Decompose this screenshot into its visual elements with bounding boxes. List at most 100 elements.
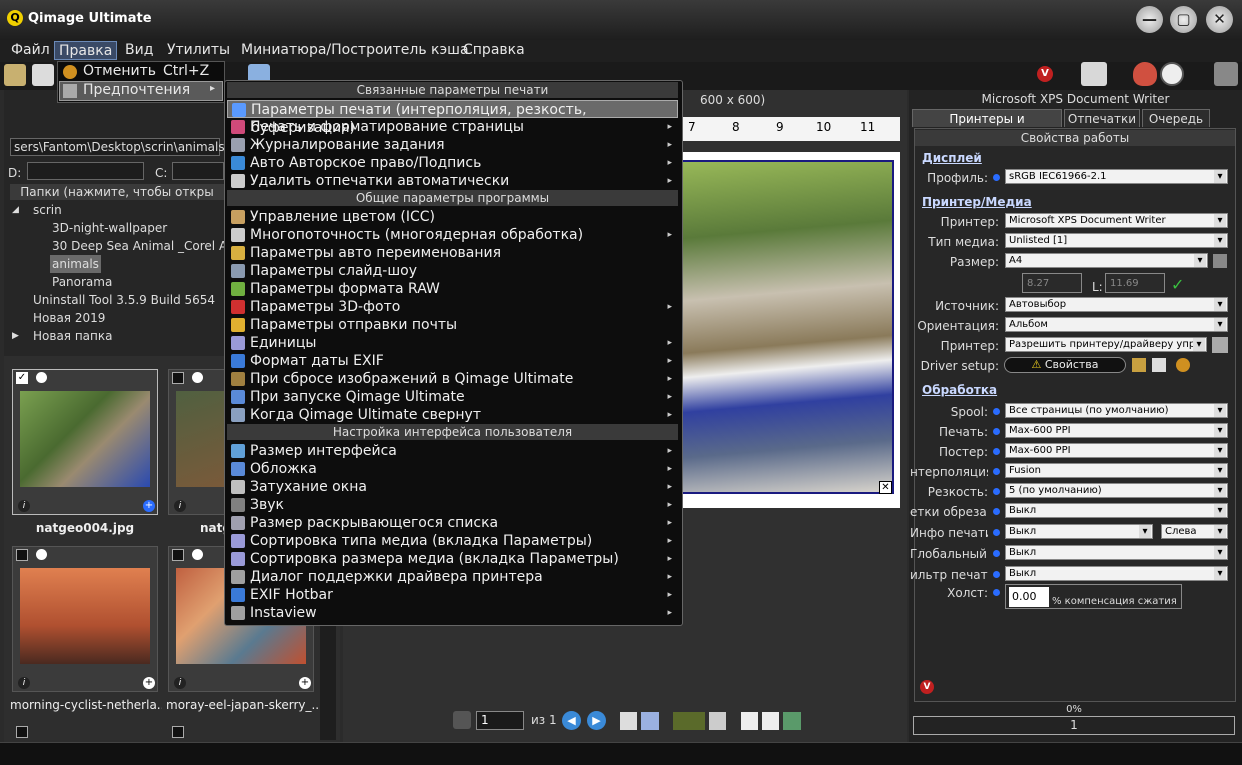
processing-select-position[interactable]: Слева: [1161, 524, 1228, 539]
size-select[interactable]: A4: [1005, 253, 1208, 268]
tools-icon[interactable]: [1212, 337, 1228, 353]
length-input[interactable]: 11.69: [1105, 273, 1165, 293]
preferences-item[interactable]: При сбросе изображений в Qimage Ultimate…: [227, 370, 678, 388]
minimize-button[interactable]: —: [1136, 6, 1163, 33]
preferences-item[interactable]: Параметры отправки почты: [227, 316, 678, 334]
source-select[interactable]: Автовыбор: [1005, 297, 1228, 312]
tree-item-scrin[interactable]: scrin: [33, 201, 62, 219]
thumb-checkbox[interactable]: [16, 726, 28, 738]
page-size-icon[interactable]: [1213, 254, 1227, 268]
preferences-item[interactable]: Затухание окна ▸: [227, 478, 678, 496]
media-type-select[interactable]: Unlisted [1]: [1005, 233, 1228, 248]
menu-undo[interactable]: Отменить: [83, 62, 156, 81]
thumb-checkbox[interactable]: [172, 372, 184, 384]
preferences-item[interactable]: Формат даты EXIF ▸: [227, 352, 678, 370]
preferences-item[interactable]: Сортировка типа медиа (вкладка Параметры…: [227, 532, 678, 550]
canvas-input[interactable]: 0.00: [1009, 587, 1049, 607]
preferences-item[interactable]: Параметры формата RAW: [227, 280, 678, 298]
orientation-select[interactable]: Альбом: [1005, 317, 1228, 332]
maximize-button[interactable]: ▢: [1170, 6, 1197, 33]
processing-select[interactable]: Выкл: [1005, 545, 1228, 560]
tab-queue[interactable]: Очередь: [1142, 109, 1210, 127]
document-view-icon[interactable]: [783, 712, 801, 730]
width-input[interactable]: 8.27: [1022, 273, 1082, 293]
menu-help[interactable]: Справка: [459, 41, 529, 60]
thumb-checkbox[interactable]: ✓: [16, 372, 28, 384]
clock-icon[interactable]: [1160, 62, 1184, 86]
document-edit-icon[interactable]: [762, 712, 779, 730]
flip-icon[interactable]: [709, 712, 726, 730]
preferences-item[interactable]: Когда Qimage Ultimate свернут ▸: [227, 406, 678, 424]
preferences-item[interactable]: Instaview ▸: [227, 604, 678, 622]
driver-settings-icon[interactable]: [1132, 358, 1146, 372]
preferences-item[interactable]: Размер интерфейса ▸: [227, 442, 678, 460]
flame-icon[interactable]: [1133, 62, 1157, 86]
page-number-input[interactable]: 1: [476, 711, 524, 730]
tree-item[interactable]: Panorama: [52, 273, 112, 291]
preferences-item[interactable]: Размер раскрывающегося списка ▸: [227, 514, 678, 532]
close-icon[interactable]: ✕: [879, 481, 892, 494]
processing-select[interactable]: Все страницы (по умолчанию): [1005, 403, 1228, 418]
save-icon[interactable]: [1152, 358, 1166, 372]
thumb-image-lizard[interactable]: [20, 391, 150, 487]
preferences-item[interactable]: Обложка ▸: [227, 460, 678, 478]
preferences-item[interactable]: EXIF Hotbar ▸: [227, 586, 678, 604]
thumb-radio[interactable]: [192, 372, 203, 383]
info-icon[interactable]: i: [174, 500, 186, 512]
preferences-item[interactable]: Единицы ▸: [227, 334, 678, 352]
info-icon[interactable]: i: [174, 677, 186, 689]
menu-utilities[interactable]: Утилиты: [163, 41, 234, 60]
tree-item[interactable]: 3D-night-wallpaper: [52, 219, 167, 237]
v-badge-icon[interactable]: V: [1037, 66, 1053, 82]
sort-icon[interactable]: [673, 712, 705, 730]
thumb-radio[interactable]: [36, 549, 47, 560]
multi-page-icon[interactable]: [641, 712, 659, 730]
thumb-checkbox[interactable]: [172, 726, 184, 738]
tree-item[interactable]: Uninstall Tool 3.5.9 Build 5654: [33, 291, 215, 309]
save-icon[interactable]: [32, 64, 54, 86]
print-image-lizard[interactable]: [680, 160, 894, 494]
thumb-radio[interactable]: [36, 372, 47, 383]
thumb-image-sunrise[interactable]: [20, 568, 150, 664]
thumb-image[interactable]: [176, 391, 226, 487]
tree-item[interactable]: Новая 2019: [33, 309, 105, 327]
preferences-item[interactable]: Многопоточность (многоядерная обработка)…: [227, 226, 678, 244]
preferences-item[interactable]: Удалить отпечатки автоматически ▸: [227, 172, 678, 190]
tree-toggle[interactable]: ▶: [12, 327, 19, 345]
check-icon[interactable]: ✓: [1171, 275, 1184, 294]
add-icon[interactable]: +: [143, 677, 155, 689]
menu-file[interactable]: Файл: [7, 41, 54, 60]
preferences-item[interactable]: Авто Авторское право/Подпись ▸: [227, 154, 678, 172]
thumb-checkbox[interactable]: [16, 549, 28, 561]
tree-item[interactable]: 30 Deep Sea Animal _Corel Aqu: [52, 237, 224, 255]
printer-mode-select[interactable]: Разрешить принтеру/драйверу упр: [1005, 337, 1207, 352]
drive-c-input[interactable]: [172, 162, 224, 180]
menu-edit[interactable]: Правка: [54, 41, 118, 60]
processing-select[interactable]: Выкл: [1005, 503, 1228, 518]
tree-toggle-scrin[interactable]: ◢: [12, 201, 19, 219]
preferences-item[interactable]: Управление цветом (ICC): [227, 208, 678, 226]
processing-select[interactable]: Max-600 PPI: [1005, 443, 1228, 458]
add-icon[interactable]: +: [143, 500, 155, 512]
tab-printers-settings[interactable]: Принтеры и настройки*: [912, 109, 1062, 144]
close-button[interactable]: ✕: [1206, 6, 1233, 33]
preferences-item[interactable]: Диалог поддержки драйвера принтера ▸: [227, 568, 678, 586]
processing-select[interactable]: Fusion: [1005, 463, 1228, 478]
folder-icon[interactable]: [4, 64, 26, 86]
printer-select[interactable]: Microsoft XPS Document Writer: [1005, 213, 1228, 228]
info-icon[interactable]: i: [18, 677, 30, 689]
tab-prints[interactable]: Отпечатки: [1064, 109, 1140, 127]
menu-thumbnails[interactable]: Миниатюра/Построитель кэша: [237, 41, 473, 60]
thumb-radio[interactable]: [192, 549, 203, 560]
preferences-item[interactable]: Параметры 3D-фото ▸: [227, 298, 678, 316]
undo-icon[interactable]: [1176, 358, 1190, 372]
path-input[interactable]: sers\Fantom\Desktop\scrin\animals: [10, 138, 225, 156]
processing-select[interactable]: Выкл: [1005, 524, 1153, 539]
tools-icon[interactable]: [1214, 62, 1238, 86]
page-icon[interactable]: [620, 712, 637, 730]
tree-item-selected[interactable]: animals: [50, 255, 101, 273]
preferences-item[interactable]: При запуске Qimage Ultimate ▸: [227, 388, 678, 406]
menu-preferences[interactable]: Предпочтения: [83, 81, 190, 100]
preferences-item[interactable]: Параметры слайд-шоу: [227, 262, 678, 280]
printer-icon[interactable]: [1081, 62, 1107, 86]
